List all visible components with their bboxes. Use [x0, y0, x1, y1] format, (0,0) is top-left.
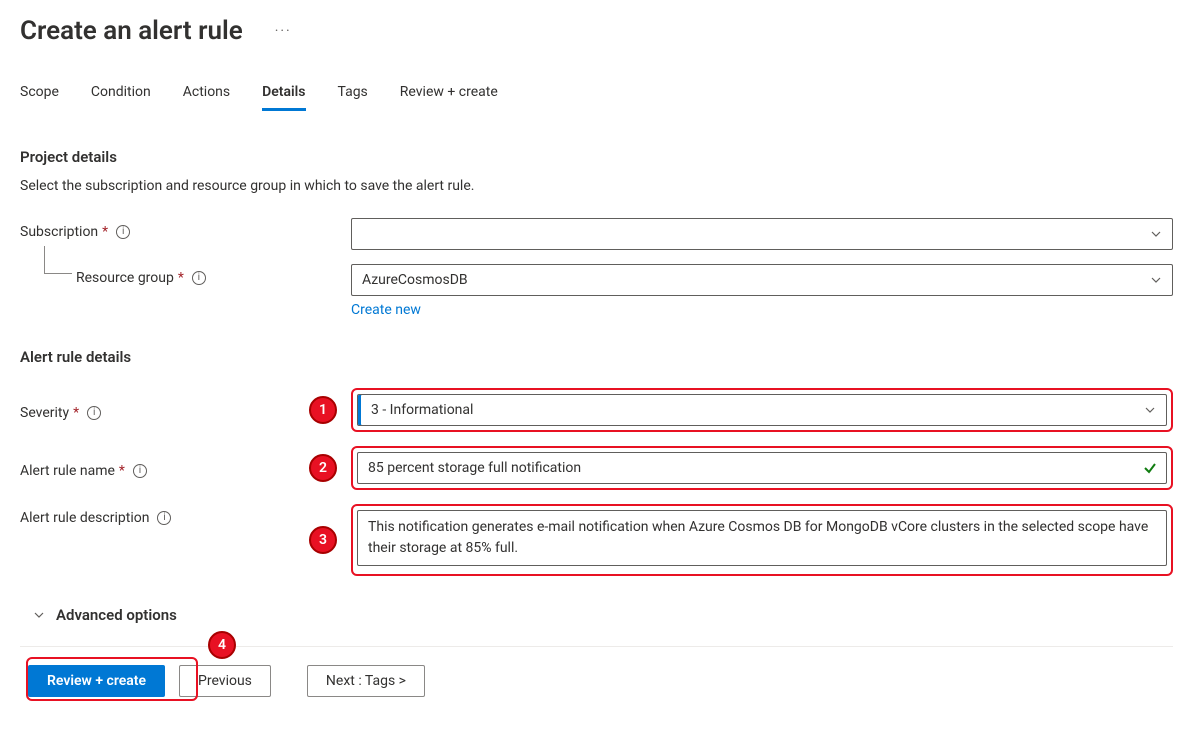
chevron-down-icon: [32, 608, 46, 622]
subscription-select[interactable]: [351, 218, 1173, 250]
alert-desc-highlight: This notification generates e-mail notif…: [351, 504, 1173, 576]
chevron-down-icon: [1150, 274, 1162, 286]
indent-line: [44, 246, 72, 274]
resource-group-value: AzureCosmosDB: [362, 272, 468, 288]
subscription-label: Subscription: [20, 224, 98, 240]
callout-marker-2: 2: [309, 454, 337, 482]
check-icon: [1143, 461, 1157, 475]
callout-marker-1: 1: [309, 396, 337, 424]
callout-marker-3: 3: [309, 526, 337, 554]
alert-rule-name-label: Alert rule name: [20, 463, 115, 479]
chevron-down-icon: [1144, 404, 1156, 416]
severity-highlight: 3 - Informational: [351, 388, 1173, 432]
info-icon[interactable]: i: [157, 511, 171, 525]
project-details-heading: Project details: [20, 148, 1173, 166]
alert-rule-name-input[interactable]: [357, 452, 1167, 484]
info-icon[interactable]: i: [192, 271, 206, 285]
chevron-down-icon: [1150, 228, 1162, 240]
info-icon[interactable]: i: [87, 406, 101, 420]
tab-scope[interactable]: Scope: [20, 76, 59, 111]
footer: 4 Review + create Previous Next : Tags >: [20, 646, 1173, 697]
alert-name-highlight: [351, 446, 1173, 490]
tab-details[interactable]: Details: [262, 76, 305, 111]
tab-actions[interactable]: Actions: [183, 76, 230, 111]
severity-select[interactable]: 3 - Informational: [357, 394, 1167, 426]
resource-group-label: Resource group: [76, 270, 174, 286]
severity-label: Severity: [20, 405, 69, 421]
alert-rule-description-input[interactable]: This notification generates e-mail notif…: [357, 510, 1167, 566]
create-new-link[interactable]: Create new: [351, 302, 1173, 318]
previous-button[interactable]: Previous: [179, 665, 271, 697]
tab-review-create[interactable]: Review + create: [400, 76, 498, 111]
next-tags-button[interactable]: Next : Tags >: [307, 665, 425, 697]
severity-value: 3 - Informational: [371, 402, 473, 418]
advanced-options-label: Advanced options: [56, 606, 177, 624]
resource-group-select[interactable]: AzureCosmosDB: [351, 264, 1173, 296]
required-icon: *: [73, 405, 79, 421]
required-icon: *: [119, 463, 125, 479]
tab-condition[interactable]: Condition: [91, 76, 151, 111]
more-icon[interactable]: ···: [275, 23, 292, 39]
alert-rule-description-label: Alert rule description: [20, 510, 149, 526]
info-icon[interactable]: i: [116, 225, 130, 239]
advanced-options-toggle[interactable]: Advanced options: [32, 606, 1173, 624]
page-title: Create an alert rule: [20, 16, 243, 46]
tabs: Scope Condition Actions Details Tags Rev…: [20, 76, 1173, 112]
alert-rule-details-heading: Alert rule details: [20, 348, 1173, 366]
review-create-button[interactable]: Review + create: [28, 665, 165, 697]
info-icon[interactable]: i: [133, 464, 147, 478]
required-icon: *: [178, 270, 184, 286]
required-icon: *: [102, 224, 108, 240]
tab-tags[interactable]: Tags: [338, 76, 368, 111]
project-details-subtext: Select the subscription and resource gro…: [20, 178, 1173, 194]
callout-marker-4: 4: [208, 631, 236, 659]
